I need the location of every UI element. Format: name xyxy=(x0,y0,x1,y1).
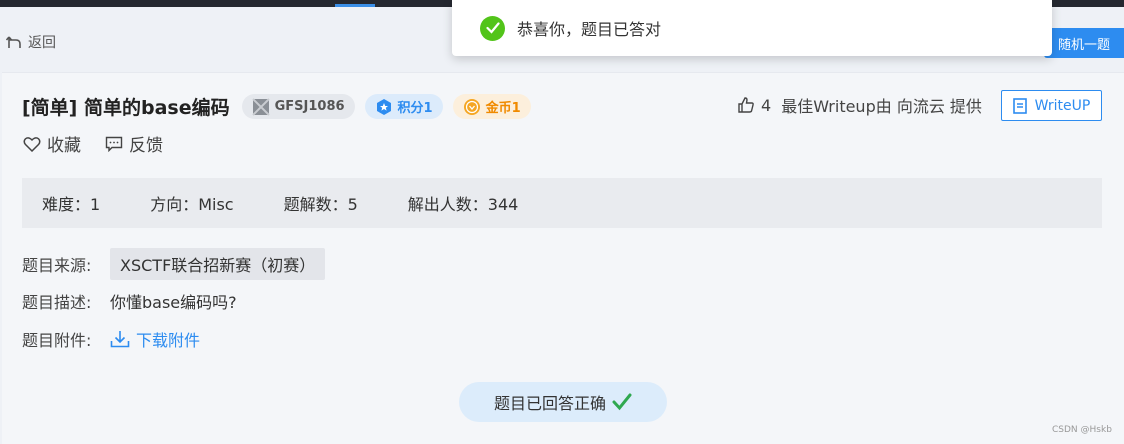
attachment-label: 题目附件: xyxy=(22,331,92,350)
challenge-card: [简单] 简单的base编码 GFSJ1086 积分1 金币1 4 最佳Writ… xyxy=(2,72,1124,444)
writeup-button[interactable]: WriteUP xyxy=(1001,90,1102,121)
success-icon xyxy=(480,15,505,41)
download-icon xyxy=(110,331,130,348)
like-count: 4 xyxy=(761,95,772,115)
attachment-row: 题目附件: 下载附件 xyxy=(22,327,200,351)
source-row: 题目来源: XSCTF联合招新赛（初赛） xyxy=(22,248,326,280)
challenge-id-icon xyxy=(251,97,270,116)
check-icon xyxy=(612,393,632,411)
difficulty-stat: 难度：1 xyxy=(42,195,101,214)
like-button[interactable]: 4 xyxy=(737,96,771,115)
score-tag: 积分1 xyxy=(364,94,443,119)
download-attachment-link[interactable]: 下载附件 xyxy=(110,327,200,351)
favorite-button[interactable]: 收藏 xyxy=(23,131,81,156)
best-writeup-text: 最佳Writeup由 向流云 提供 xyxy=(781,97,982,116)
description-value: 你懂base编码吗? xyxy=(110,293,237,312)
source-value: XSCTF联合招新赛（初赛） xyxy=(110,248,326,280)
coin-tag: 金币1 xyxy=(452,94,531,119)
stats-bar: 难度：1 方向：Misc 题解数：5 解出人数：344 xyxy=(22,178,1102,228)
action-row: 收藏 反馈 xyxy=(23,131,187,156)
score-icon xyxy=(376,98,391,115)
answered-status: 题目已回答正确 xyxy=(459,382,667,422)
description-label: 题目描述: xyxy=(22,293,92,312)
answered-label: 题目已回答正确 xyxy=(493,394,606,413)
success-toast: 恭喜你，题目已答对 xyxy=(452,0,1052,56)
writeup-button-label: WriteUP xyxy=(1034,97,1091,114)
document-icon xyxy=(1012,97,1027,114)
challenge-title: [简单] 简单的base编码 xyxy=(22,97,230,119)
favorite-label: 收藏 xyxy=(47,136,81,156)
title-row: [简单] 简单的base编码 GFSJ1086 积分1 金币1 xyxy=(22,93,541,120)
thumbs-up-icon xyxy=(738,97,754,113)
score-text: 积分1 xyxy=(397,101,433,116)
source-label: 题目来源: xyxy=(22,256,92,275)
back-arrow-icon xyxy=(6,36,21,48)
feedback-button[interactable]: 反馈 xyxy=(105,131,163,156)
random-challenge-button[interactable]: 随机一题 xyxy=(1044,28,1124,58)
coin-icon xyxy=(463,98,480,115)
feedback-label: 反馈 xyxy=(129,136,163,156)
toast-message: 恭喜你，题目已答对 xyxy=(517,20,662,39)
writeup-info: 4 最佳Writeup由 向流云 提供 xyxy=(737,93,982,117)
watermark: CSDN @Hskb xyxy=(1052,425,1112,435)
direction-stat: 方向：Misc xyxy=(150,195,234,214)
back-button[interactable]: 返回 xyxy=(6,32,56,52)
back-label: 返回 xyxy=(28,35,56,51)
feedback-icon xyxy=(105,136,123,152)
description-row: 题目描述: 你懂base编码吗? xyxy=(22,289,237,313)
download-label: 下载附件 xyxy=(136,331,201,350)
active-tab-indicator xyxy=(335,4,375,7)
heart-icon xyxy=(23,136,41,152)
coin-text: 金币1 xyxy=(485,101,521,116)
solvers-stat: 解出人数：344 xyxy=(407,195,519,214)
challenge-id-tag: GFSJ1086 xyxy=(241,94,355,119)
challenge-id-text: GFSJ1086 xyxy=(274,99,345,114)
solutions-stat: 题解数：5 xyxy=(283,195,358,214)
